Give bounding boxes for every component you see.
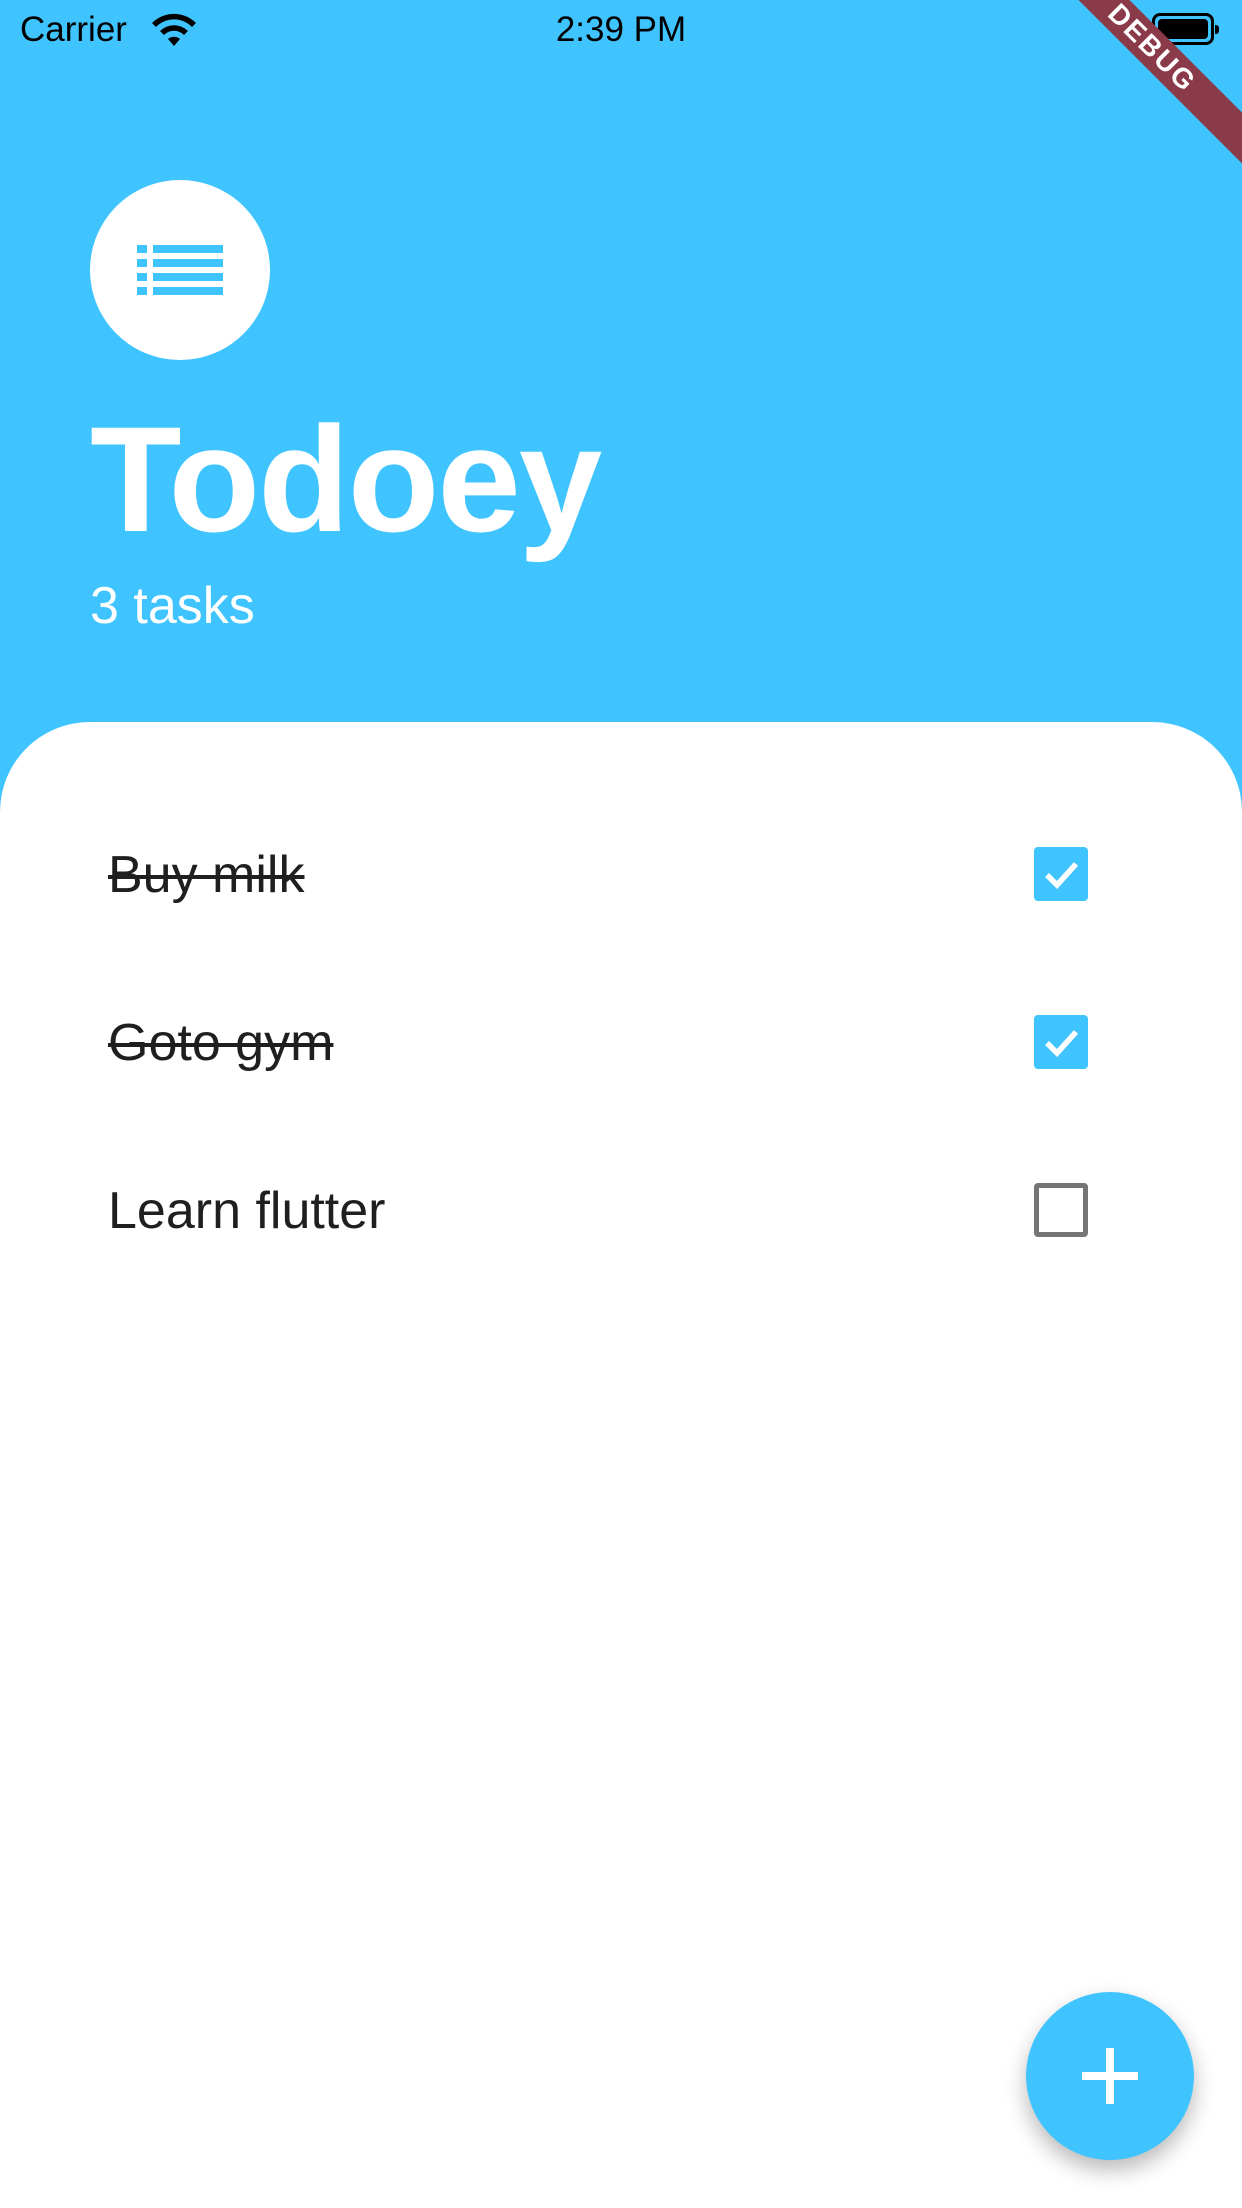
check-icon (1045, 1030, 1079, 1057)
list-icon (137, 245, 223, 295)
task-checkbox[interactable] (1034, 1183, 1088, 1237)
task-label[interactable]: Buy milk (108, 845, 304, 905)
check-icon (1045, 862, 1079, 889)
task-item[interactable]: Buy milk (108, 817, 1108, 927)
task-item[interactable]: Goto gym (108, 985, 1108, 1095)
task-checkbox[interactable] (1034, 1015, 1088, 1069)
page-title: Todoey (90, 395, 602, 563)
status-bar: Carrier 2:39 PM (0, 0, 1242, 62)
task-label[interactable]: Goto gym (108, 1013, 333, 1073)
plus-icon (1082, 2048, 1138, 2104)
add-task-button[interactable] (1026, 1992, 1194, 2160)
task-item[interactable]: Learn flutter (108, 1153, 1108, 1263)
task-label[interactable]: Learn flutter (108, 1181, 386, 1241)
task-count: 3 tasks (90, 577, 255, 635)
header: Todoey 3 tasks (90, 180, 602, 636)
task-checkbox[interactable] (1034, 847, 1088, 901)
clock: 2:39 PM (555, 10, 687, 49)
task-list-sheet: Buy milk Goto gym Learn flutter (0, 722, 1242, 2208)
header-avatar (90, 180, 270, 360)
